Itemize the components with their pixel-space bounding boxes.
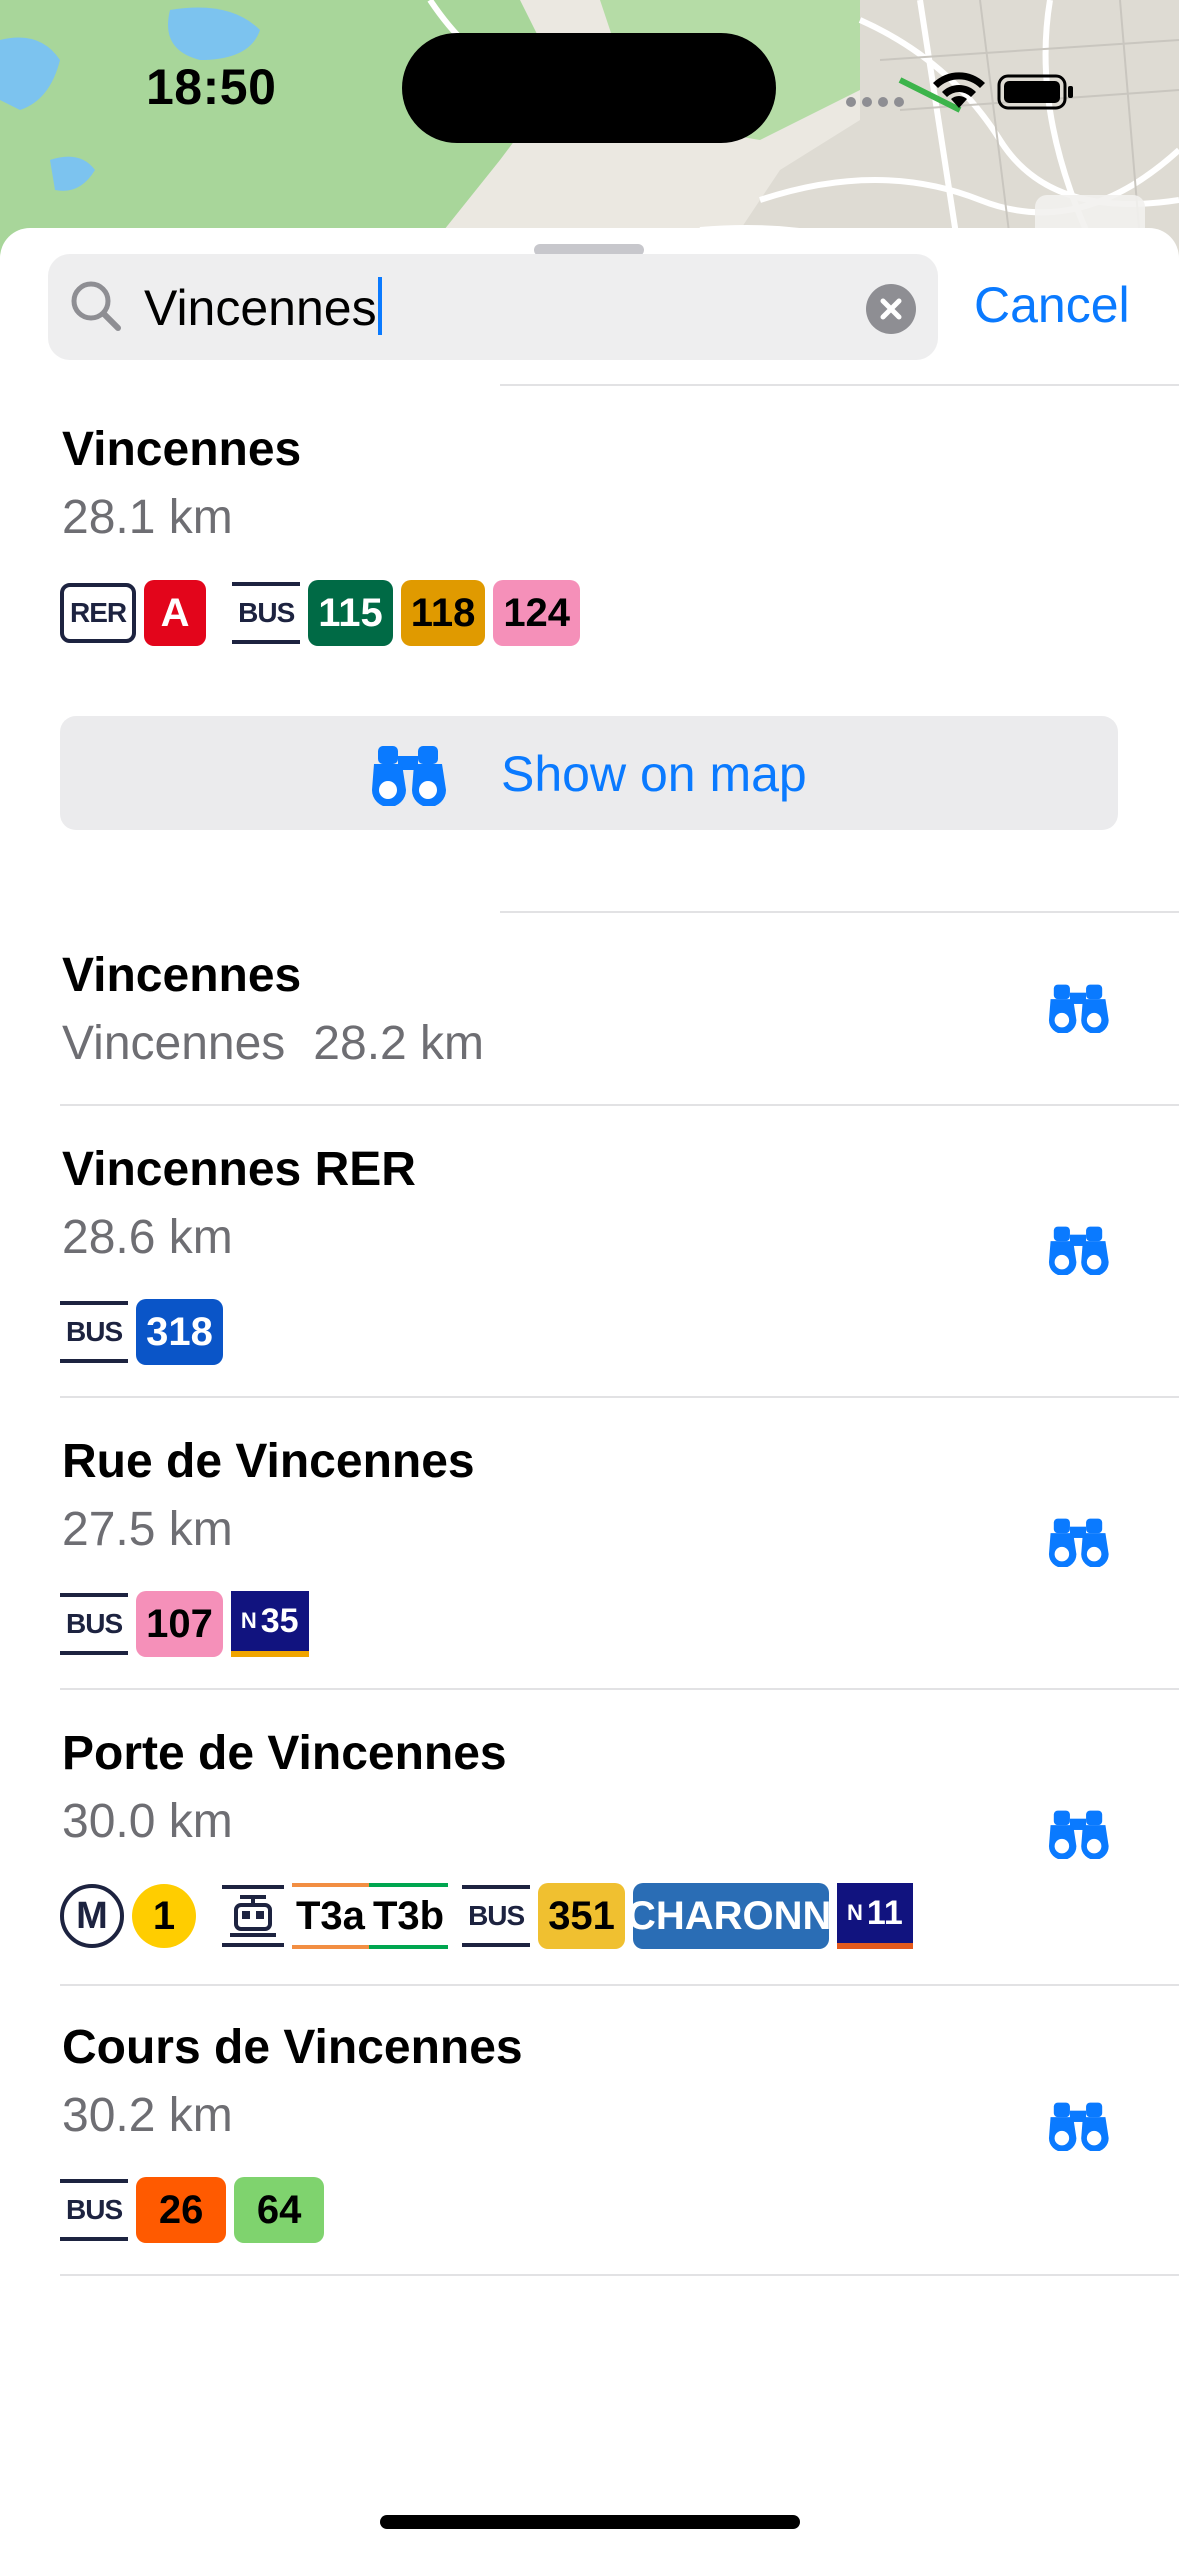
binoculars-icon[interactable]: [1044, 1809, 1112, 1864]
tram-line-badge: T3a: [292, 1883, 369, 1949]
search-icon: [68, 278, 124, 339]
show-on-map-label: Show on map: [501, 746, 807, 802]
binoculars-icon[interactable]: [1044, 2101, 1112, 2156]
line-name: CHARONNE: [632, 1893, 829, 1938]
divider: [60, 1688, 1179, 1690]
divider: [500, 384, 1179, 386]
cancel-button[interactable]: Cancel: [974, 276, 1130, 334]
divider: [60, 1104, 1179, 1106]
wifi-icon: [933, 72, 985, 108]
binoculars-icon[interactable]: [1044, 1225, 1112, 1280]
home-indicator[interactable]: [380, 2515, 800, 2529]
noctilien-badge: N 35: [230, 1591, 309, 1657]
clear-icon[interactable]: [866, 284, 916, 334]
noctilien-number: 35: [260, 1601, 299, 1640]
search-sheet: Vincennes Cancel Vincennes 28.1 km RER A…: [0, 228, 1179, 2556]
transit-badges: BUS 318: [60, 1298, 231, 1366]
result-distance: 28.2 km: [313, 1017, 485, 1070]
line-badge: 107: [136, 1591, 223, 1657]
transit-badges: BUS 107 N 35: [60, 1590, 317, 1658]
result-place: Vincennes: [62, 1017, 286, 1070]
noctilien-badge: N 11: [836, 1883, 913, 1949]
metro-mode-badge: M: [60, 1884, 124, 1948]
show-on-map-button[interactable]: Show on map: [60, 716, 1118, 830]
tram-line-badge: T3b: [368, 1883, 449, 1949]
tram-mode-badge: [222, 1885, 284, 1947]
result-distance: 28.1 km: [62, 491, 233, 544]
bus-mode-badge: BUS: [232, 582, 301, 644]
text-caret: [377, 277, 382, 335]
line-badge: 351: [538, 1883, 625, 1949]
bus-mode-badge: BUS: [462, 1885, 531, 1947]
result-distance: 30.2 km: [62, 2089, 233, 2142]
result-distance: 27.5 km: [62, 1503, 233, 1556]
line-badge: 64: [234, 2177, 325, 2243]
result-distance: 30.0 km: [62, 1795, 233, 1848]
result-title: Vincennes RER: [62, 1143, 416, 1196]
noctilien-number: 11: [866, 1893, 903, 1932]
result-title: Rue de Vincennes: [62, 1435, 475, 1488]
metro-line-badge: 1: [132, 1884, 196, 1948]
bus-mode-badge: BUS: [60, 1301, 129, 1363]
line-badge: 318: [136, 1299, 223, 1365]
line-badge: 115: [308, 580, 393, 646]
dynamic-island: [402, 33, 776, 143]
binoculars-icon[interactable]: [1044, 983, 1112, 1038]
rer-mode-badge: RER: [60, 583, 137, 643]
binoculars-icon[interactable]: [1044, 1517, 1112, 1572]
line-badge: 118: [400, 580, 486, 646]
line-badge: 124: [493, 580, 581, 646]
search-input[interactable]: Vincennes: [48, 254, 938, 360]
divider: [500, 911, 1179, 913]
transit-badges: M 1 T3a T3b BUS 351 CHARONNE N11: [60, 1882, 921, 1950]
line-badge: 26: [136, 2177, 227, 2243]
search-value: Vincennes: [144, 280, 377, 336]
line-badge: A: [144, 580, 207, 646]
divider: [60, 1396, 1179, 1398]
binoculars-icon: [366, 744, 450, 811]
line-badge: CHARONNE: [632, 1883, 829, 1949]
bus-mode-badge: BUS: [60, 2179, 129, 2241]
divider: [60, 1984, 1179, 1986]
result-subtitle: Vincennes 28.2 km: [62, 1016, 484, 1071]
divider: [60, 2274, 1179, 2276]
result-distance: 28.6 km: [62, 1211, 233, 1264]
transit-badges: RER A BUS 115 118 124: [60, 579, 588, 647]
transit-badges: BUS 26 64: [60, 2176, 332, 2244]
battery-icon: [997, 74, 1073, 110]
tram-icon: [230, 1895, 276, 1937]
cellular-signal-icon: [846, 97, 904, 107]
result-title: Cours de Vincennes: [62, 2021, 523, 2074]
status-icons: [839, 64, 1079, 119]
result-title: Vincennes: [62, 949, 302, 1002]
result-title: Porte de Vincennes: [62, 1727, 507, 1780]
bus-mode-badge: BUS: [60, 1593, 129, 1655]
result-title: Vincennes: [62, 423, 302, 476]
status-time: 18:50: [146, 59, 277, 115]
